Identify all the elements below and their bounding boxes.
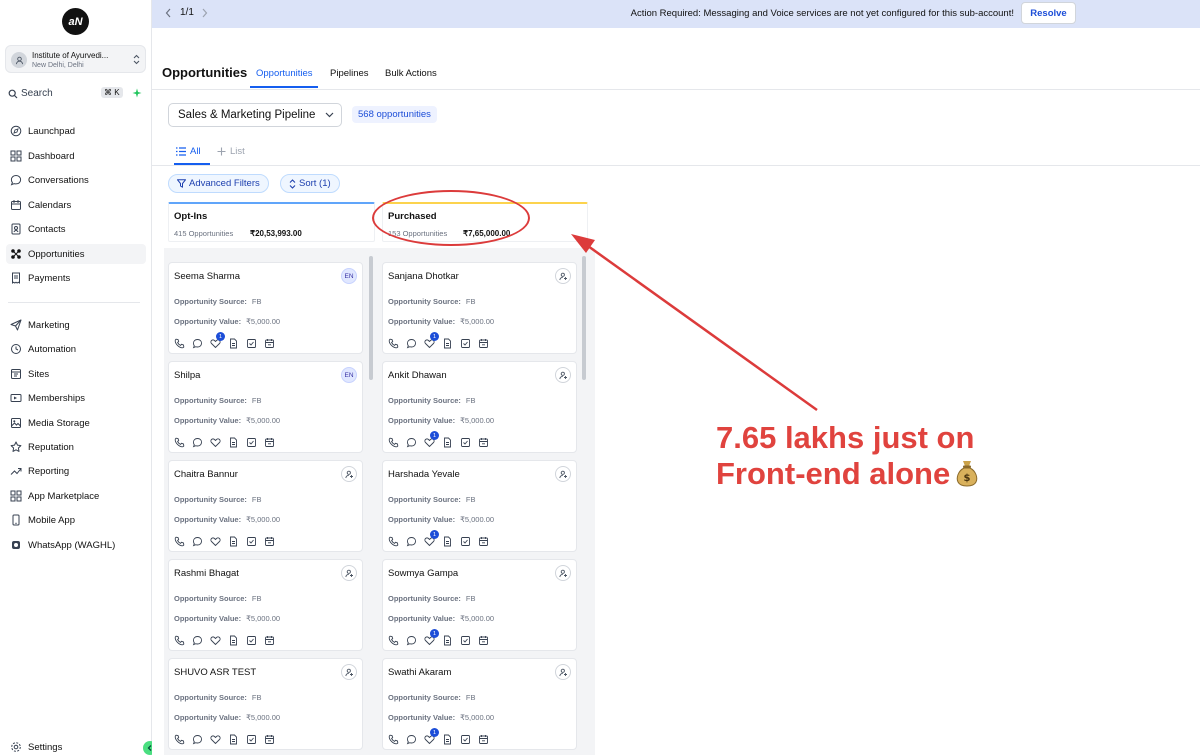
annotation-line-1: 7.65 lakhs just on: [716, 420, 975, 455]
annotation-arrow: [571, 234, 818, 412]
money-bag-icon: $: [956, 459, 978, 487]
annotation-line-2: Front-end alone: [716, 456, 951, 491]
annotation-text: 7.65 lakhs just on Front-end alone $: [716, 420, 978, 492]
svg-text:$: $: [964, 473, 971, 484]
